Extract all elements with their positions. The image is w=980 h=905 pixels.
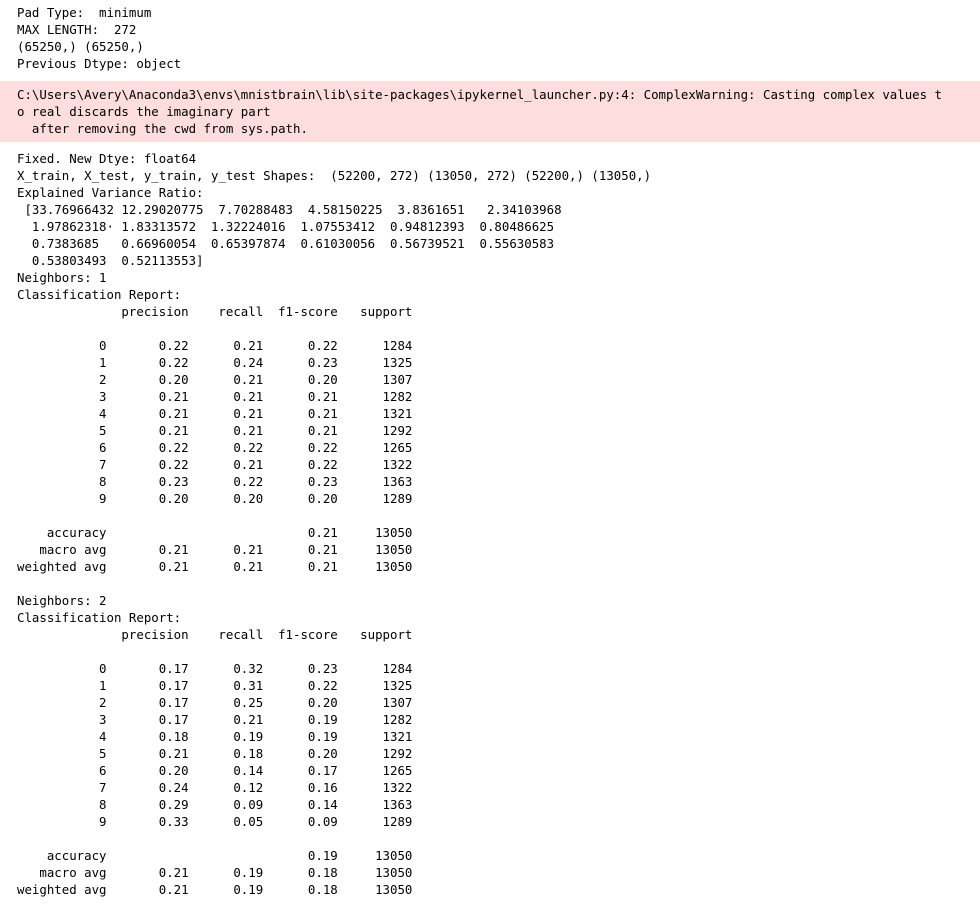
output-body-line: precision recall f1-score support [17,304,413,319]
output-body-line: 3 0.21 0.21 0.21 1282 [17,389,413,404]
output-body-line: accuracy 0.19 13050 [17,848,413,863]
output-body-line [17,320,980,337]
output-header-line: MAX LENGTH: 272 [17,22,137,37]
warning-line: o real discards the imaginary part [17,104,271,119]
output-body-line: precision recall f1-score support [17,627,413,642]
output-body-line: Neighbors: 2 [17,593,107,608]
output-body-line: 4 0.18 0.19 0.19 1321 [17,729,413,744]
output-header-line: Previous Dtype: object [17,56,182,71]
output-body-line: 0 0.17 0.32 0.23 1284 [17,661,413,676]
output-body-line: 7 0.24 0.12 0.16 1322 [17,780,413,795]
output-body-line: 3 0.17 0.21 0.19 1282 [17,712,413,727]
output-body-line [17,575,980,592]
output-body-line: 5 0.21 0.18 0.20 1292 [17,746,413,761]
output-body-line: 0.7383685 0.66960054 0.65397874 0.610300… [17,236,555,251]
output-header-line: (65250,) (65250,) [17,39,144,54]
output-body-line: Fixed. New Dtye: float64 [17,151,197,166]
warning-stderr-block: C:\Users\Avery\Anaconda3\envs\mnistbrain… [0,81,980,142]
output-body-line: weighted avg 0.21 0.21 0.21 13050 [17,559,413,574]
output-body-line: Classification Report: [17,610,182,625]
output-body-line: 0.53803493 0.52113553] [17,253,204,268]
output-header: Pad Type: minimum MAX LENGTH: 272 (65250,)… [0,4,980,72]
output-body-line: X_train, X_test, y_train, y_test Shapes:… [17,168,652,183]
output-body: Fixed. New Dtye: float64 X_train, X_test,… [0,150,980,898]
warning-line: after removing the cwd from sys.path. [17,121,308,136]
output-body-line: 6 0.22 0.22 0.22 1265 [17,440,413,455]
output-body-line: Neighbors: 1 [17,270,107,285]
output-body-line: weighted avg 0.21 0.19 0.18 13050 [17,882,413,897]
output-body-line [17,643,980,660]
output-body-line [17,507,980,524]
output-body-line: 6 0.20 0.14 0.17 1265 [17,763,413,778]
output-body-line: macro avg 0.21 0.21 0.21 13050 [17,542,413,557]
output-body-line: 8 0.23 0.22 0.23 1363 [17,474,413,489]
output-body-line: accuracy 0.21 13050 [17,525,413,540]
output-body-line: 1 0.22 0.24 0.23 1325 [17,355,413,370]
output-body-line: macro avg 0.21 0.19 0.18 13050 [17,865,413,880]
output-body-line: 5 0.21 0.21 0.21 1292 [17,423,413,438]
output-body-line: Explained Variance Ratio: [17,185,204,200]
output-body-line: 2 0.20 0.21 0.20 1307 [17,372,413,387]
output-body-line: 9 0.20 0.20 0.20 1289 [17,491,413,506]
output-body-line: 9 0.33 0.05 0.09 1289 [17,814,413,829]
output-body-line: 1 0.17 0.31 0.22 1325 [17,678,413,693]
output-body-line: 2 0.17 0.25 0.20 1307 [17,695,413,710]
output-body-line: 0 0.22 0.21 0.22 1284 [17,338,413,353]
warning-line: C:\Users\Avery\Anaconda3\envs\mnistbrain… [17,87,943,102]
output-header-line: Pad Type: minimum [17,5,152,20]
output-body-line: 7 0.22 0.21 0.22 1322 [17,457,413,472]
output-body-line: Classification Report: [17,287,182,302]
output-body-line: 1.97862318· 1.83313572 1.32224016 1.0755… [17,219,555,234]
output-body-line: [33.76966432 12.29020775 7.70288483 4.58… [17,202,562,217]
output-body-line: 8 0.29 0.09 0.14 1363 [17,797,413,812]
output-body-line [17,830,980,847]
output-body-line: 4 0.21 0.21 0.21 1321 [17,406,413,421]
